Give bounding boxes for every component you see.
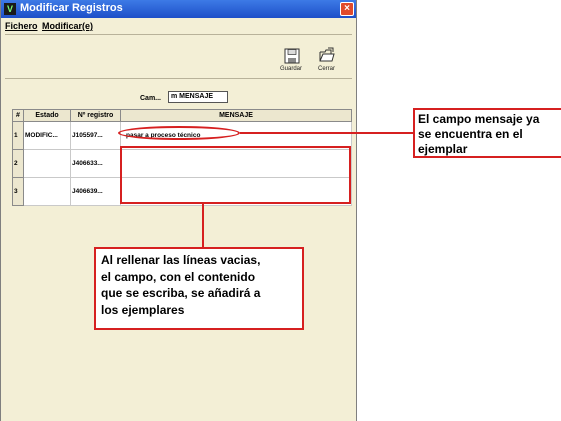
window-title: Modificar Registros xyxy=(20,2,123,14)
title-bar[interactable]: V Modificar Registros × xyxy=(1,0,356,18)
empty-rows-highlight-box xyxy=(120,146,351,204)
row-number: 3 xyxy=(12,177,24,206)
column-header-index[interactable]: # xyxy=(12,109,24,122)
field-label: Cam... xyxy=(140,95,162,102)
estado-cell[interactable] xyxy=(23,177,71,206)
registro-cell[interactable]: J105597... xyxy=(70,121,121,150)
registro-cell[interactable]: J406639... xyxy=(70,177,121,206)
column-header-estado[interactable]: Estado xyxy=(23,109,71,122)
open-folder-icon[interactable] xyxy=(319,47,335,63)
column-header-mensaje[interactable]: MENSAJE xyxy=(120,109,352,122)
right-annotation-callout: El campo mensaje ya se encuentra en el e… xyxy=(413,108,561,158)
field-select[interactable]: m MENSAJE xyxy=(168,91,228,103)
modificar-registros-window: V Modificar Registros × Fichero Modifica… xyxy=(0,0,357,421)
estado-cell[interactable]: MODIFIC... xyxy=(23,121,71,150)
row-number: 2 xyxy=(12,149,24,178)
callout-line: se encuentra en el xyxy=(418,127,523,141)
callout-line: que se escriba, se añadirá a xyxy=(101,286,261,300)
close-button-label[interactable]: Cerrar xyxy=(318,66,335,72)
toolbar-separator xyxy=(5,78,352,79)
save-button-label[interactable]: Guardar xyxy=(280,66,302,72)
row-number: 1 xyxy=(12,121,24,150)
window-close-button[interactable]: × xyxy=(340,2,354,16)
app-icon: V xyxy=(4,3,16,15)
callout-line: Al rellenar las líneas vacias, xyxy=(101,253,261,267)
registro-cell[interactable]: J406633... xyxy=(70,149,121,178)
menu-separator xyxy=(5,34,352,35)
menu-fichero[interactable]: Fichero xyxy=(5,21,38,31)
estado-cell[interactable] xyxy=(23,149,71,178)
callout-line: los ejemplares xyxy=(101,302,185,317)
menu-bar: Fichero Modificar(e) xyxy=(1,18,356,34)
message-cell-highlight-ellipse xyxy=(118,126,240,140)
callout-line: el campo, con el contenido xyxy=(101,269,256,284)
table-header-row: # Estado Nº registro MENSAJE xyxy=(12,109,352,122)
column-header-registro[interactable]: Nº registro xyxy=(70,109,121,122)
bottom-annotation-callout: Al rellenar las líneas vacias, el campo,… xyxy=(94,247,304,330)
floppy-disk-icon[interactable] xyxy=(284,48,300,64)
callout-line: ejemplar xyxy=(418,142,468,156)
callout-line: El campo mensaje ya xyxy=(418,112,540,126)
menu-modificar[interactable]: Modificar(e) xyxy=(42,21,93,31)
